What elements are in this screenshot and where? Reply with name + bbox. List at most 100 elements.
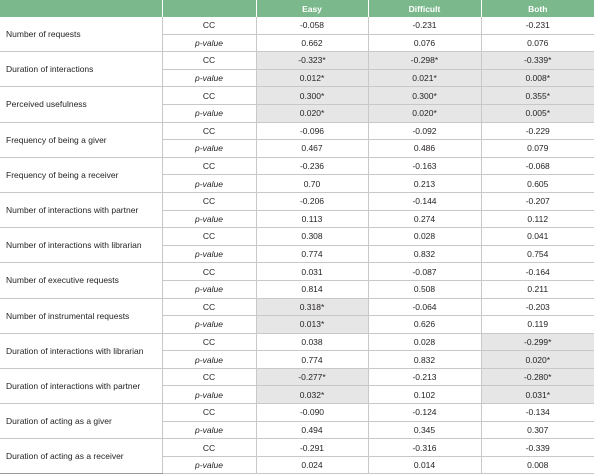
stat-label-cc: CC xyxy=(162,403,257,422)
table-row-cc: Number of instrumental requests CC 0.318* -… xyxy=(0,298,594,334)
cc-value-cell: 0.308 xyxy=(256,227,369,246)
variable-label: Number of instrumental requests xyxy=(0,298,163,334)
stat-label-cc: CC xyxy=(162,438,257,457)
stat-label-pvalue: p-value xyxy=(162,174,257,193)
stat-label-cc: CC xyxy=(162,298,257,317)
pvalue-cell: 0.024 xyxy=(256,456,369,474)
cc-value-cell: -0.087 xyxy=(368,262,482,281)
pvalue-cell: 0.076 xyxy=(481,34,594,53)
stat-label-cc: CC xyxy=(162,51,257,70)
header-cell-both: Both xyxy=(480,0,594,17)
stat-label-pvalue: p-value xyxy=(162,245,257,264)
cc-value-cell: 0.041 xyxy=(481,227,594,246)
table-row-cc: Duration of interactions with partner CC -… xyxy=(0,368,594,405)
pvalue-cell: 0.021* xyxy=(368,69,482,88)
pvalue-cell: 0.079 xyxy=(481,139,594,158)
cc-value-cell: -0.164 xyxy=(481,262,594,281)
variable-label: Frequency of being a giver xyxy=(0,122,163,158)
table-row-cc: Duration of acting as a receiver CC -0.291… xyxy=(0,438,594,474)
variable-label: Number of executive requests xyxy=(0,262,163,299)
pvalue-cell: 0.626 xyxy=(368,315,482,334)
stat-label-cc: CC xyxy=(162,86,257,105)
cc-value-cell: -0.203 xyxy=(481,298,594,317)
pvalue-cell: 0.508 xyxy=(368,280,482,299)
stat-label-pvalue: p-value xyxy=(162,385,257,405)
pvalue-cell: 0.494 xyxy=(256,421,369,440)
pvalue-cell: 0.014 xyxy=(368,456,482,474)
table-row-cc: Number of interactions with partner CC -0.… xyxy=(0,192,594,229)
cc-value-cell: -0.229 xyxy=(481,122,594,141)
cc-value-cell: -0.231 xyxy=(368,17,482,35)
pvalue-cell: 0.213 xyxy=(368,174,482,193)
pvalue-cell: 0.832 xyxy=(368,245,482,264)
pvalue-cell: 0.112 xyxy=(481,210,594,229)
cc-value-cell: -0.064 xyxy=(368,298,482,317)
variable-label: Duration of interactions with partner xyxy=(0,368,163,405)
table-body: Number of requests CC -0.058 -0.231 -0.231 p-… xyxy=(0,17,594,474)
variable-label: Frequency of being a receiver xyxy=(0,157,163,193)
pvalue-cell: 0.005* xyxy=(481,104,594,123)
stat-label-pvalue: p-value xyxy=(162,456,257,474)
table-row-cc: Number of executive requests CC 0.031 -0.08… xyxy=(0,262,594,299)
correlation-table: Easy Difficult Both Number of requests CC… xyxy=(0,0,594,474)
table-row-cc: Number of requests CC -0.058 -0.231 -0.231 xyxy=(0,17,594,53)
pvalue-cell: 0.020* xyxy=(256,104,369,123)
stat-label-pvalue: p-value xyxy=(162,69,257,88)
variable-label: Perceived usefulness xyxy=(0,86,163,123)
pvalue-cell: 0.486 xyxy=(368,139,482,158)
variable-label: Duration of interactions xyxy=(0,51,163,88)
cc-value-cell: -0.298* xyxy=(368,51,482,70)
stat-label-pvalue: p-value xyxy=(162,104,257,123)
pvalue-cell: 0.662 xyxy=(256,34,369,53)
stat-label-cc: CC xyxy=(162,333,257,352)
cc-value-cell: -0.339* xyxy=(481,51,594,70)
stat-label-pvalue: p-value xyxy=(162,421,257,440)
pvalue-cell: 0.467 xyxy=(256,139,369,158)
stat-label-cc: CC xyxy=(162,227,257,246)
table-row-cc: Duration of interactions CC -0.323* -0.298*… xyxy=(0,51,594,88)
cc-value-cell: -0.144 xyxy=(368,192,482,211)
pvalue-cell: 0.008* xyxy=(481,69,594,88)
variable-label: Number of requests xyxy=(0,17,163,53)
cc-value-cell: 0.028 xyxy=(368,333,482,352)
pvalue-cell: 0.211 xyxy=(481,280,594,299)
pvalue-cell: 0.020* xyxy=(368,104,482,123)
header-cell-easy: Easy xyxy=(255,0,368,17)
pvalue-cell: 0.102 xyxy=(368,385,482,405)
cc-value-cell: -0.280* xyxy=(481,368,594,387)
cc-value-cell: -0.163 xyxy=(368,157,482,176)
pvalue-cell: 0.754 xyxy=(481,245,594,264)
cc-value-cell: -0.213 xyxy=(368,368,482,387)
cc-value-cell: -0.316 xyxy=(368,438,482,457)
cc-value-cell: 0.038 xyxy=(256,333,369,352)
pvalue-cell: 0.774 xyxy=(256,350,369,369)
cc-value-cell: -0.068 xyxy=(481,157,594,176)
table-row-cc: Duration of acting as a giver CC -0.090 -0.… xyxy=(0,403,594,440)
cc-value-cell: -0.096 xyxy=(256,122,369,141)
cc-value-cell: 0.355* xyxy=(481,86,594,105)
variable-label: Number of interactions with librarian xyxy=(0,227,163,264)
cc-value-cell: -0.231 xyxy=(481,17,594,35)
table-row-cc: Perceived usefulness CC 0.300* 0.300* 0.355* xyxy=(0,86,594,123)
pvalue-cell: 0.832 xyxy=(368,350,482,369)
cc-value-cell: -0.134 xyxy=(481,403,594,422)
stat-label-cc: CC xyxy=(162,262,257,281)
pvalue-cell: 0.274 xyxy=(368,210,482,229)
pvalue-cell: 0.032* xyxy=(256,385,369,405)
pvalue-cell: 0.113 xyxy=(256,210,369,229)
pvalue-cell: 0.307 xyxy=(481,421,594,440)
cc-value-cell: -0.291 xyxy=(256,438,369,457)
header-cell-difficult: Difficult xyxy=(367,0,481,17)
pvalue-cell: 0.013* xyxy=(256,315,369,334)
pvalue-cell: 0.70 xyxy=(256,174,369,193)
header-cell-variable xyxy=(0,0,162,17)
pvalue-cell: 0.345 xyxy=(368,421,482,440)
cc-value-cell: -0.092 xyxy=(368,122,482,141)
cc-value-cell: 0.300* xyxy=(256,86,369,105)
cc-value-cell: -0.277* xyxy=(256,368,369,387)
stat-label-pvalue: p-value xyxy=(162,280,257,299)
cc-value-cell: -0.323* xyxy=(256,51,369,70)
pvalue-cell: 0.020* xyxy=(481,350,594,369)
table-header: Easy Difficult Both xyxy=(0,0,594,17)
cc-value-cell: -0.236 xyxy=(256,157,369,176)
